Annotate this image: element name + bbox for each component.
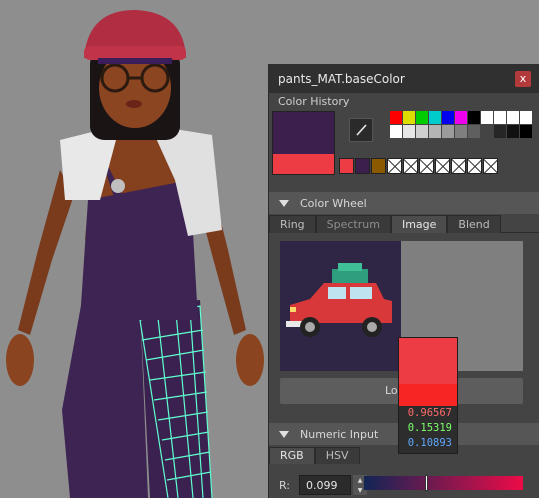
collapse-arrow-icon	[279, 430, 289, 438]
numeric-input-tabs: RGB HSV	[269, 447, 360, 464]
palette-swatch[interactable]	[429, 125, 441, 138]
palette-swatch[interactable]	[455, 111, 467, 124]
popup-blue-value: 0.10893	[407, 437, 452, 449]
popup-current-swatch	[399, 384, 457, 406]
empty-history-slot[interactable]	[451, 158, 466, 174]
palette-swatch[interactable]	[494, 111, 506, 124]
palette-swatch[interactable]	[468, 111, 480, 124]
empty-history-slot[interactable]	[403, 158, 418, 174]
car-image	[280, 241, 401, 371]
tab-rgb[interactable]: RGB	[269, 447, 315, 464]
color-history-label: Color History	[278, 95, 350, 108]
tab-ring[interactable]: Ring	[269, 215, 316, 233]
color-wheel-header[interactable]: Color Wheel	[269, 192, 539, 214]
color-wheel-label: Color Wheel	[300, 196, 367, 210]
palette-swatch[interactable]	[481, 111, 493, 124]
window-title: pants_MAT.baseColor	[278, 71, 405, 86]
slider-handle[interactable]	[425, 475, 428, 491]
palette-swatch[interactable]	[416, 111, 428, 124]
palette-swatch[interactable]	[520, 111, 532, 124]
eyedropper-icon	[356, 124, 367, 136]
palette-swatch[interactable]	[403, 111, 415, 124]
color-chooser-panel: pants_MAT.baseColor x Color History Colo…	[268, 64, 539, 498]
empty-history-slot[interactable]	[435, 158, 450, 174]
reference-image[interactable]	[280, 241, 401, 371]
empty-history-slot[interactable]	[419, 158, 434, 174]
palette-swatch[interactable]	[390, 125, 402, 138]
palette-swatch[interactable]	[494, 125, 506, 138]
history-swatch[interactable]	[355, 158, 370, 174]
r-channel-label: R:	[279, 478, 291, 492]
r-channel-slider[interactable]	[364, 475, 523, 491]
empty-history-slot[interactable]	[467, 158, 482, 174]
palette-swatch[interactable]	[442, 111, 454, 124]
tab-hsv[interactable]: HSV	[314, 447, 360, 464]
spin-up-icon[interactable]: ▲	[358, 477, 363, 484]
empty-history-slot[interactable]	[483, 158, 498, 174]
popup-sample-swatch	[399, 338, 457, 384]
recent-colors-row[interactable]	[339, 158, 498, 174]
r-value-input[interactable]: 0.099	[299, 475, 352, 495]
r-channel-row: R: 0.099 ▲ ▼	[279, 475, 368, 495]
palette-swatch[interactable]	[520, 125, 532, 138]
color-picker-popup: 0.96567 0.15319 0.10893	[398, 337, 458, 454]
popup-red-value: 0.96567	[407, 407, 452, 419]
palette-swatch[interactable]	[429, 111, 441, 124]
eyedropper-button[interactable]	[349, 118, 373, 142]
history-swatch[interactable]	[371, 158, 386, 174]
current-color-swatch[interactable]	[273, 112, 334, 154]
tab-blend[interactable]: Blend	[447, 215, 501, 233]
palette-swatch[interactable]	[403, 125, 415, 138]
character-render	[6, 10, 264, 498]
palette-swatch[interactable]	[507, 125, 519, 138]
window-titlebar[interactable]: pants_MAT.baseColor x	[269, 64, 539, 93]
empty-history-slot[interactable]	[387, 158, 402, 174]
palette-swatch-grid[interactable]	[390, 111, 532, 138]
popup-green-value: 0.15319	[407, 422, 452, 434]
history-swatch[interactable]	[339, 158, 354, 174]
color-wheel-tabs: Ring Spectrum Image Blend	[269, 215, 539, 233]
palette-swatch[interactable]	[468, 125, 480, 138]
new-color-swatch[interactable]	[273, 154, 334, 174]
palette-swatch[interactable]	[442, 125, 454, 138]
palette-swatch[interactable]	[507, 111, 519, 124]
palette-swatch[interactable]	[481, 125, 493, 138]
palette-swatch[interactable]	[390, 111, 402, 124]
spin-down-icon[interactable]: ▼	[358, 487, 363, 494]
close-button[interactable]: x	[515, 71, 531, 87]
collapse-arrow-icon	[279, 199, 289, 207]
numeric-input-label: Numeric Input	[300, 427, 379, 441]
palette-swatch[interactable]	[455, 125, 467, 138]
tab-spectrum[interactable]: Spectrum	[315, 215, 391, 233]
palette-swatch[interactable]	[416, 125, 428, 138]
current-new-color-swatch[interactable]	[272, 111, 335, 175]
tab-image[interactable]: Image	[390, 215, 448, 233]
